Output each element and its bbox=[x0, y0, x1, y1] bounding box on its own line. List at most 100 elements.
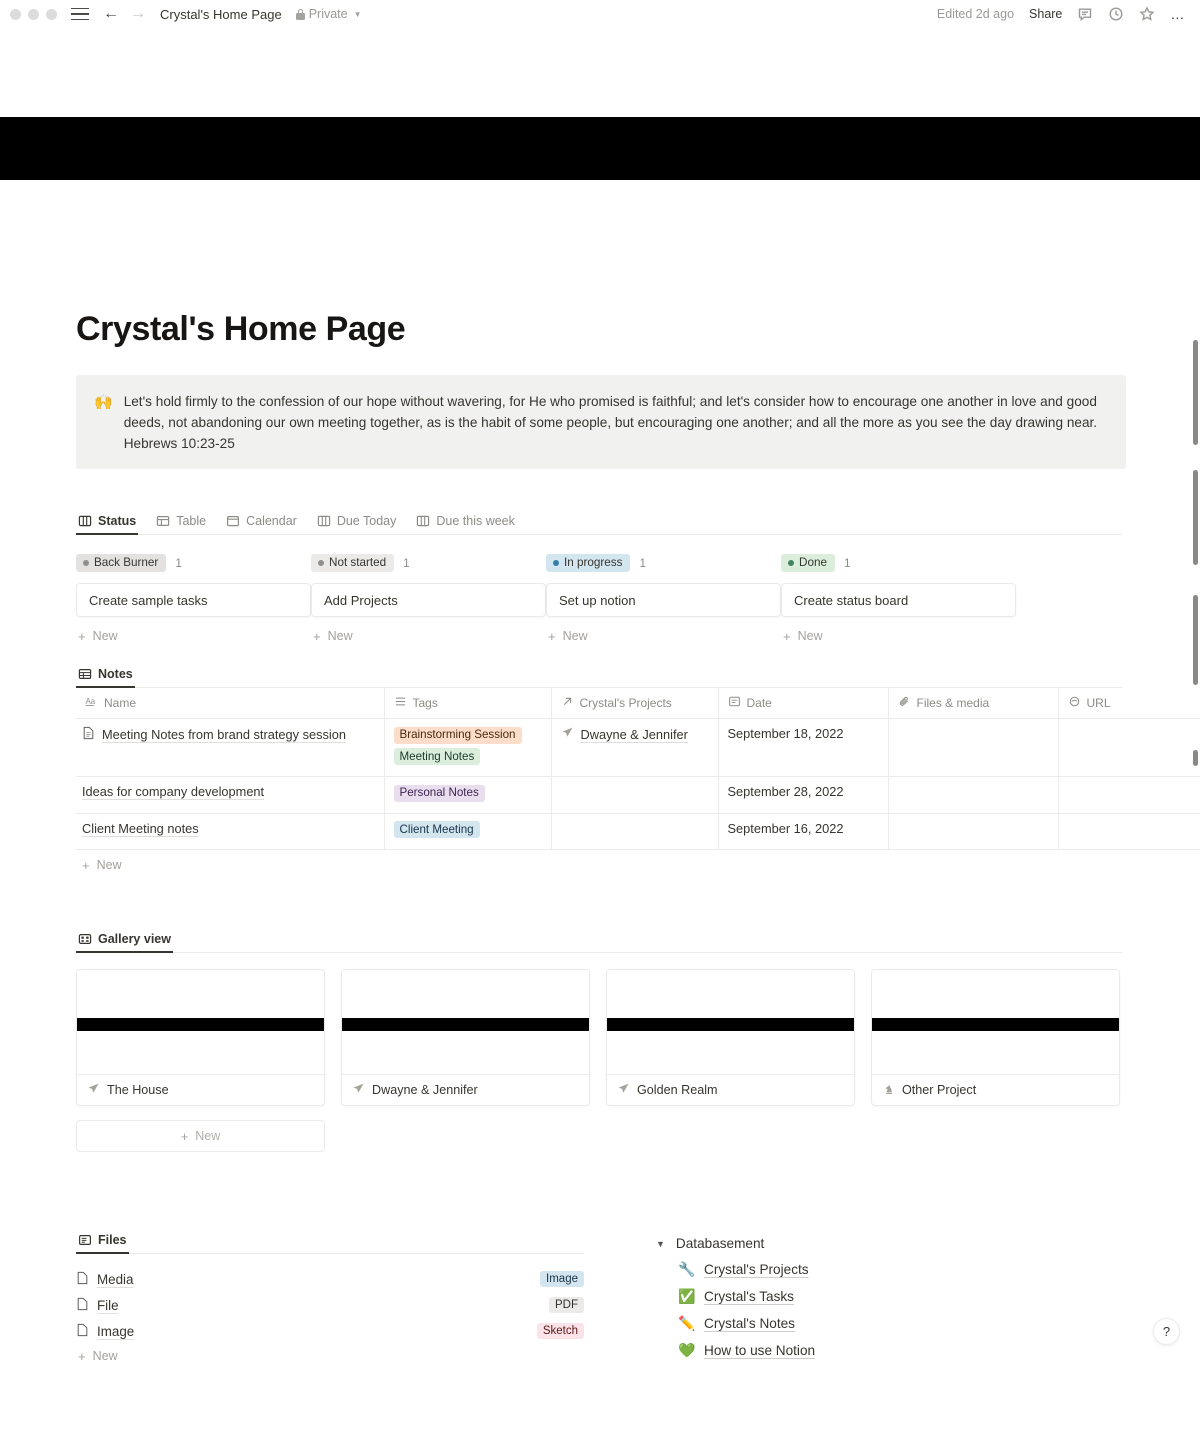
gallery-card-cover bbox=[872, 970, 1119, 1075]
table-row[interactable]: Client Meeting notes Client Meeting Sept… bbox=[76, 813, 1200, 851]
board-card[interactable]: Add Projects bbox=[311, 583, 546, 618]
cell-name[interactable]: Ideas for company development bbox=[76, 776, 385, 814]
add-row-button[interactable]: + New bbox=[76, 850, 1126, 872]
add-card-label: New bbox=[92, 629, 118, 644]
vertical-scrollbar-thumb[interactable] bbox=[1193, 340, 1198, 445]
add-file-button[interactable]: + New bbox=[76, 1344, 584, 1363]
column-header-label: URL bbox=[1086, 696, 1111, 711]
cell-files[interactable] bbox=[888, 813, 1059, 851]
board-card[interactable]: Create sample tasks bbox=[76, 583, 311, 618]
column-header-name[interactable]: Aa Name bbox=[76, 688, 385, 720]
tab-due-today[interactable]: Due Today bbox=[315, 511, 399, 534]
board-column-header[interactable]: Back Burner 1 bbox=[76, 552, 311, 574]
arrow-left-icon[interactable]: ← bbox=[103, 6, 119, 22]
horizontal-scrollbar-thumb[interactable] bbox=[1193, 750, 1198, 766]
cell-url[interactable] bbox=[1058, 776, 1200, 814]
column-header-date[interactable]: Date bbox=[718, 688, 889, 720]
cell-date[interactable]: September 28, 2022 bbox=[718, 776, 889, 814]
databasement-link-how-to-use-notion[interactable]: 💚 How to use Notion bbox=[678, 1342, 815, 1359]
date-property-icon bbox=[728, 695, 741, 711]
share-button[interactable]: Share bbox=[1029, 7, 1062, 21]
cell-project[interactable] bbox=[551, 776, 719, 814]
add-row-label: New bbox=[96, 858, 122, 873]
tab-calendar[interactable]: Calendar bbox=[224, 511, 299, 534]
pencil-icon: ✏️ bbox=[678, 1315, 696, 1332]
cell-url[interactable] bbox=[1058, 718, 1200, 778]
column-header-label: Name bbox=[104, 696, 137, 711]
cell-files[interactable] bbox=[888, 776, 1059, 814]
tab-notes[interactable]: Notes bbox=[76, 664, 135, 689]
table-row[interactable]: Meeting Notes from brand strategy sessio… bbox=[76, 718, 1200, 778]
cell-files[interactable] bbox=[888, 718, 1059, 778]
cell-tags[interactable]: Client Meeting bbox=[384, 813, 552, 851]
databasement-link-crystals-notes[interactable]: ✏️ Crystal's Notes bbox=[678, 1315, 815, 1332]
tab-table[interactable]: Table bbox=[154, 511, 208, 534]
gallery-view-tabs[interactable]: Gallery view bbox=[76, 929, 1122, 954]
list-item[interactable]: Image Sketch bbox=[76, 1318, 584, 1344]
vertical-scrollbar-thumb[interactable] bbox=[1193, 470, 1198, 565]
notes-view-tabs[interactable]: Notes bbox=[76, 664, 1122, 689]
add-card-button[interactable]: + New bbox=[546, 629, 781, 643]
clock-icon[interactable] bbox=[1108, 6, 1124, 22]
add-card-button[interactable]: + New bbox=[781, 629, 1016, 643]
cell-project[interactable] bbox=[551, 813, 719, 851]
databasement-header[interactable]: ▼ Databasement bbox=[656, 1236, 815, 1251]
privacy-selector[interactable]: Private ▼ bbox=[295, 7, 362, 21]
add-gallery-card-button[interactable]: + New bbox=[76, 1120, 325, 1153]
board-column-header[interactable]: Not started 1 bbox=[311, 552, 546, 574]
column-count: 1 bbox=[403, 556, 410, 570]
tab-gallery-view[interactable]: Gallery view bbox=[76, 929, 173, 954]
column-header-tags[interactable]: Tags bbox=[384, 688, 552, 720]
gallery-card[interactable]: The House bbox=[76, 969, 325, 1107]
tab-status[interactable]: Status bbox=[76, 511, 139, 536]
status-dot-icon bbox=[83, 559, 89, 566]
hamburger-menu-icon[interactable] bbox=[71, 7, 89, 21]
column-header-crystals-projects[interactable]: Crystal's Projects bbox=[551, 688, 719, 720]
vertical-scrollbar-thumb[interactable] bbox=[1193, 595, 1198, 685]
callout-quote: Let's hold firmly to the confession of o… bbox=[123, 394, 1098, 431]
cell-name[interactable]: Meeting Notes from brand strategy sessio… bbox=[76, 718, 385, 778]
help-button[interactable]: ? bbox=[1153, 1318, 1180, 1346]
star-icon[interactable] bbox=[1139, 6, 1155, 22]
plus-icon: + bbox=[548, 628, 556, 644]
databasement-link-crystals-tasks[interactable]: ✅ Crystal's Tasks bbox=[678, 1288, 815, 1305]
databasement-link-crystals-projects[interactable]: 🔧 Crystal's Projects bbox=[678, 1261, 815, 1278]
board-card[interactable]: Create status board bbox=[781, 583, 1016, 618]
gallery-card-cover bbox=[77, 970, 324, 1075]
cell-tags[interactable]: Brainstorming Session Meeting Notes bbox=[384, 718, 552, 778]
list-item[interactable]: Media Image bbox=[76, 1266, 584, 1292]
ellipsis-icon[interactable]: … bbox=[1170, 6, 1186, 21]
arrow-right-icon[interactable]: → bbox=[130, 6, 146, 22]
triangle-down-icon[interactable]: ▼ bbox=[656, 1239, 665, 1249]
gallery-card[interactable]: Dwayne & Jennifer bbox=[341, 969, 590, 1107]
board-column-header[interactable]: Done 1 bbox=[781, 552, 1016, 574]
add-card-button[interactable]: + New bbox=[311, 629, 546, 643]
callout-block[interactable]: 🙌 Let's hold firmly to the confession of… bbox=[76, 375, 1126, 470]
tab-due-this-week[interactable]: Due this week bbox=[414, 511, 517, 534]
breadcrumb[interactable]: Crystal's Home Page bbox=[160, 7, 282, 22]
cell-date[interactable]: September 16, 2022 bbox=[718, 813, 889, 851]
cell-url[interactable] bbox=[1058, 813, 1200, 851]
close-window-button[interactable] bbox=[10, 8, 21, 20]
table-row[interactable]: Ideas for company development Personal N… bbox=[76, 776, 1200, 814]
list-item[interactable]: File PDF bbox=[76, 1292, 584, 1318]
maximize-window-button[interactable] bbox=[46, 8, 57, 20]
cell-tags[interactable]: Personal Notes bbox=[384, 776, 552, 814]
cell-name[interactable]: Client Meeting notes bbox=[76, 813, 385, 851]
gallery-card[interactable]: Other Project bbox=[871, 969, 1120, 1107]
tasks-view-tabs[interactable]: Status Table Calendar Due Today Due this… bbox=[76, 511, 1122, 536]
project-link: Dwayne & Jennifer bbox=[580, 726, 688, 742]
board-column-header[interactable]: In progress 1 bbox=[546, 552, 781, 574]
add-card-button[interactable]: + New bbox=[76, 629, 311, 643]
board-card[interactable]: Set up notion bbox=[546, 583, 781, 618]
cell-date[interactable]: September 18, 2022 bbox=[718, 718, 889, 778]
column-header-files-media[interactable]: Files & media bbox=[888, 688, 1059, 720]
cell-project[interactable]: Dwayne & Jennifer bbox=[551, 718, 719, 778]
comment-icon[interactable] bbox=[1077, 6, 1093, 22]
minimize-window-button[interactable] bbox=[28, 8, 39, 20]
tab-files[interactable]: Files bbox=[76, 1230, 129, 1255]
gallery-card[interactable]: Golden Realm bbox=[606, 969, 855, 1107]
files-view-tabs[interactable]: Files bbox=[76, 1230, 584, 1255]
column-header-url[interactable]: URL bbox=[1058, 688, 1200, 720]
window-traffic-lights[interactable] bbox=[10, 8, 57, 20]
